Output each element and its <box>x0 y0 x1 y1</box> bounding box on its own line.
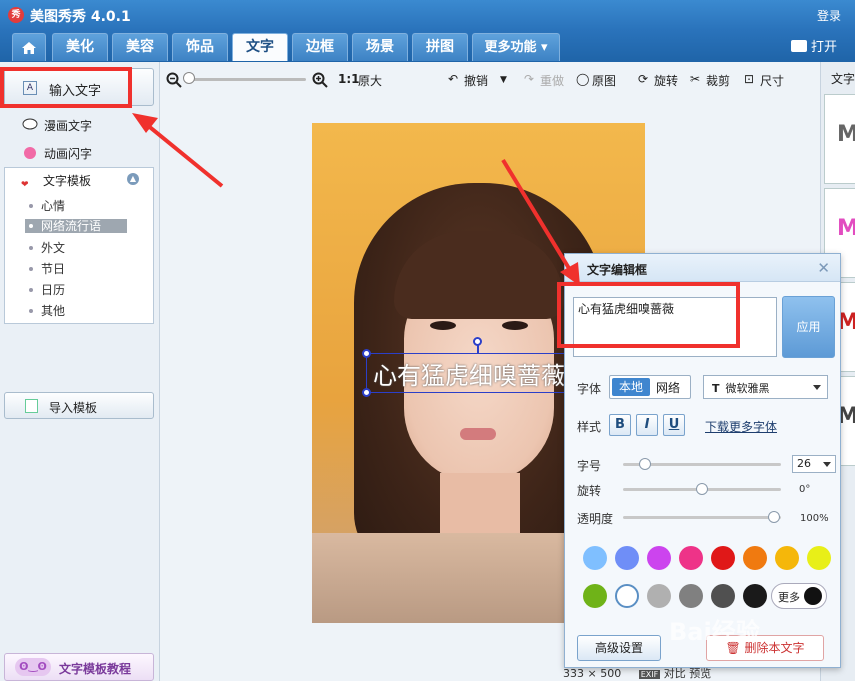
arrow-line-right <box>501 158 572 272</box>
arrow-head-right <box>560 262 580 286</box>
annotation-arrows <box>132 113 580 286</box>
arrow-line-left <box>144 122 224 188</box>
